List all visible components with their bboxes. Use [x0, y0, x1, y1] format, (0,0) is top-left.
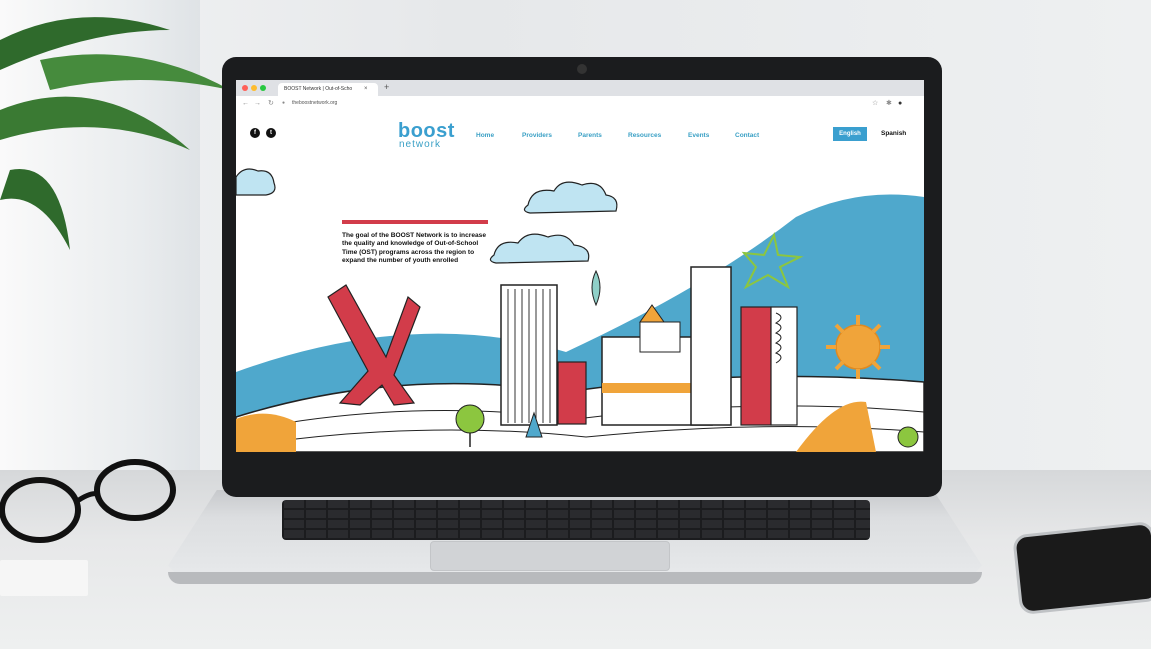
plant-leaves	[0, 17, 230, 250]
extension-icon[interactable]: ✱	[886, 96, 892, 111]
lock-icon: ●	[282, 100, 286, 106]
minimize-window-dot[interactable]	[251, 85, 257, 91]
back-icon[interactable]: ←	[242, 96, 249, 111]
nav-parents[interactable]: Parents	[578, 132, 602, 139]
twitter-icon[interactable]: t	[266, 128, 276, 138]
laptop-base-edge	[168, 572, 982, 584]
star-icon[interactable]: ☆	[872, 96, 878, 111]
mission-statement: The goal of the BOOST Network is to incr…	[342, 232, 486, 264]
spanish-button[interactable]: Spanish	[881, 127, 906, 141]
browser-tab-bar: BOOST Network | Out-of-Scho × +	[236, 80, 924, 96]
close-window-dot[interactable]	[242, 85, 248, 91]
keyboard	[282, 500, 870, 540]
logo-network: network	[399, 139, 442, 150]
tab-close-icon[interactable]: ×	[364, 83, 368, 96]
notebook	[0, 560, 88, 596]
profile-icon[interactable]: ●	[898, 96, 902, 111]
facebook-icon[interactable]: f	[250, 128, 260, 138]
new-tab-button[interactable]: +	[384, 82, 389, 92]
nav-events[interactable]: Events	[688, 132, 709, 139]
site-header: f t boost network Home Providers Parents…	[236, 111, 924, 157]
trackpad	[430, 541, 670, 571]
webcam	[577, 64, 587, 74]
forward-icon[interactable]: →	[254, 96, 261, 111]
eyeglasses	[0, 459, 176, 543]
address-bar[interactable]: ← → ↻ ● theboostnetwork.org ☆ ✱ ●	[236, 96, 924, 112]
tab-title: BOOST Network | Out-of-Scho	[284, 86, 353, 92]
smartphone	[1012, 520, 1151, 616]
browser-tab[interactable]: BOOST Network | Out-of-Scho	[278, 83, 378, 96]
nav-providers[interactable]: Providers	[522, 132, 552, 139]
nav-home[interactable]: Home	[476, 132, 494, 139]
maximize-window-dot[interactable]	[260, 85, 266, 91]
reload-icon[interactable]: ↻	[268, 96, 274, 111]
nav-resources[interactable]: Resources	[628, 132, 661, 139]
nav-contact[interactable]: Contact	[735, 132, 759, 139]
tagline-accent-bar	[342, 220, 488, 224]
english-button[interactable]: English	[833, 127, 867, 141]
hero-illustration	[236, 168, 924, 452]
laptop-screen: BOOST Network | Out-of-Scho × + ← → ↻ ● …	[236, 80, 924, 452]
logo-boost[interactable]: boost	[398, 121, 455, 141]
url-text[interactable]: theboostnetwork.org	[292, 96, 337, 111]
